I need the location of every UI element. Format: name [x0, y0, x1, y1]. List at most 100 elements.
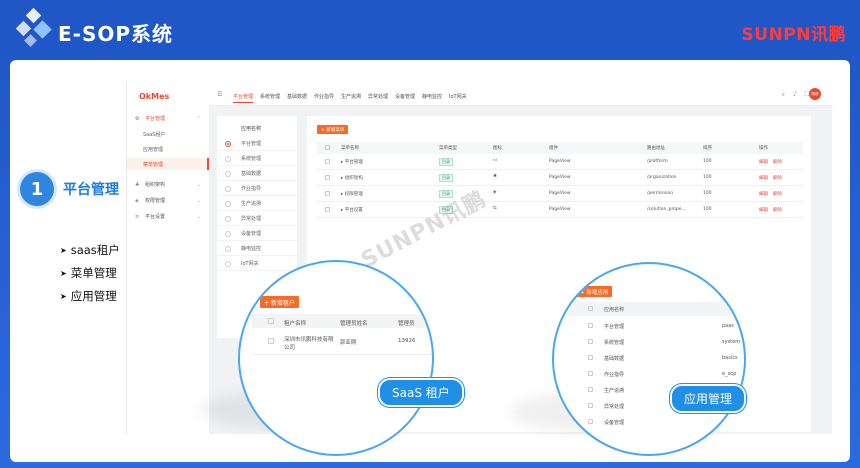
- tab-exception[interactable]: 异常处理: [368, 93, 388, 100]
- bell-icon[interactable]: ♪: [793, 91, 797, 98]
- chevron-up-icon: ⌃: [196, 115, 201, 122]
- radio-icon: [225, 246, 231, 252]
- swap-icon: ⇆: [493, 206, 497, 211]
- search-icon[interactable]: ⌕: [782, 91, 785, 99]
- step-heading: 1 平台管理: [20, 172, 119, 206]
- app-row-code: system: [722, 339, 741, 345]
- add-menu-button[interactable]: + 新增菜单: [317, 125, 349, 134]
- add-tenant-button[interactable]: + 新增租户: [260, 296, 299, 308]
- radio-icon: [225, 201, 231, 207]
- page-title: E-SOP系统: [58, 22, 174, 46]
- row-checkbox[interactable]: [325, 159, 330, 164]
- add-app-button[interactable]: + 新增应用: [576, 286, 613, 297]
- col-name: 菜单名称: [341, 146, 359, 151]
- row-checkbox[interactable]: [588, 419, 593, 424]
- sidebar-group-org[interactable]: ♣ 组织架构 ⌄: [135, 181, 201, 189]
- tab-guidance[interactable]: 作业指导: [314, 93, 334, 100]
- sidebar-item-saas[interactable]: SaaS租户: [143, 131, 165, 138]
- row-checkbox[interactable]: [588, 355, 593, 360]
- col-path: 路由地址: [647, 146, 665, 151]
- col-component: 组件: [549, 146, 558, 151]
- col-admin: 管理员: [398, 321, 415, 327]
- edit-link[interactable]: 编辑: [759, 207, 768, 213]
- row-checkbox[interactable]: [588, 387, 593, 392]
- tab-trace[interactable]: 生产追溯: [341, 93, 361, 100]
- app-list-item[interactable]: 平台管理: [217, 136, 297, 151]
- admin-phone: 13926: [398, 338, 416, 344]
- row-checkbox[interactable]: [325, 207, 330, 212]
- app-sidebar: OkMes ⚙ 平台管理 ⌃ SaaS租户 应用管理 菜单管理 ♣ 组织架构 ⌄…: [127, 82, 209, 434]
- app-list-item[interactable]: 异常处理: [217, 211, 297, 226]
- admin-name: 郭亚刚: [340, 340, 357, 346]
- app-row-code: paas: [722, 323, 734, 329]
- edit-link[interactable]: 编辑: [759, 191, 768, 197]
- sidebar-group-permission[interactable]: ◈ 权限管理 ⌄: [135, 197, 201, 205]
- sidebar-item-menus[interactable]: 菜单管理: [143, 161, 163, 168]
- delete-link[interactable]: 删除: [773, 175, 782, 181]
- app-list-item[interactable]: 静电监控: [217, 241, 297, 256]
- edit-link[interactable]: 编辑: [759, 175, 768, 181]
- org-icon: ♣: [135, 181, 140, 188]
- tab-platform[interactable]: 平台管理: [233, 93, 254, 103]
- app-topbar: ☰ 平台管理 系统管理 基础数据 作业指导 生产追溯 异常处理 设备管理 静电监…: [209, 82, 833, 106]
- sidebar-item-apps[interactable]: 应用管理: [143, 146, 163, 153]
- app-logo: OkMes: [139, 92, 170, 101]
- app-row-code: basics: [722, 355, 738, 361]
- row-checkbox[interactable]: [588, 323, 593, 328]
- tab-equipment[interactable]: 设备管理: [395, 93, 415, 100]
- col-type: 菜单类型: [439, 146, 457, 151]
- tab-basic-data[interactable]: 基础数据: [287, 93, 307, 100]
- delete-link[interactable]: 删除: [773, 207, 782, 213]
- app-list-item[interactable]: 设备管理: [217, 226, 297, 241]
- app-row-label: 基础数据: [604, 356, 625, 362]
- header: E-SOP系统 SUNPN讯鹏: [0, 0, 860, 62]
- avatar[interactable]: 随峰: [809, 88, 821, 100]
- delete-link[interactable]: 删除: [773, 191, 782, 197]
- app-row-label: 设备管理: [604, 420, 625, 426]
- chevron-down-icon: ⌄: [196, 197, 201, 204]
- sliders-icon: ≡: [135, 213, 140, 220]
- sidebar-active-highlight: [127, 158, 209, 170]
- app-row-label: 平台管理: [604, 324, 625, 330]
- table-row: ▸ 平台管理 目录 ▭ PageView /platform 100 编辑 删除: [317, 154, 803, 170]
- tab-esd[interactable]: 静电监控: [422, 93, 442, 100]
- row-checkbox[interactable]: [588, 339, 593, 344]
- app-list-item[interactable]: 生产追溯: [217, 196, 297, 211]
- select-all-checkbox[interactable]: [325, 145, 330, 150]
- select-all-checkbox[interactable]: [588, 306, 593, 311]
- radio-icon: [225, 216, 231, 222]
- app-list-item[interactable]: 作业指导: [217, 181, 297, 196]
- type-tag: 目录: [439, 158, 453, 166]
- radio-icon: [225, 171, 231, 177]
- sidebar-group-platform[interactable]: ⚙ 平台管理 ⌃: [135, 115, 201, 123]
- app-row-label: 生产追溯: [604, 388, 625, 394]
- row-checkbox[interactable]: [325, 191, 330, 196]
- tab-system[interactable]: 系统管理: [260, 93, 280, 100]
- row-checkbox[interactable]: [268, 338, 274, 344]
- app-row-label: 作业指导: [604, 372, 625, 378]
- row-checkbox[interactable]: [588, 403, 593, 408]
- tab-iot[interactable]: IoT网关: [449, 93, 467, 100]
- radio-icon: [225, 186, 231, 192]
- desktop-icon: ▭: [493, 158, 498, 163]
- radio-selected-icon: [225, 141, 231, 147]
- app-management-label: 应用管理: [670, 384, 747, 413]
- select-all-checkbox[interactable]: [268, 318, 274, 324]
- tenant-name: 深圳市讯鹏科技有限公司: [284, 337, 334, 351]
- app-list-item[interactable]: 系统管理: [217, 151, 297, 166]
- chevron-down-icon: ⌄: [196, 213, 201, 220]
- step-number-badge: 1: [20, 172, 54, 206]
- row-checkbox[interactable]: [325, 175, 330, 180]
- menu-fold-icon[interactable]: ☰: [217, 91, 222, 98]
- feature-item: saas租户: [60, 242, 120, 258]
- app-list-item[interactable]: 基础数据: [217, 166, 297, 181]
- delete-link[interactable]: 删除: [773, 159, 782, 165]
- feature-column: 1 平台管理 saas租户 菜单管理 应用管理: [10, 60, 130, 462]
- edit-link[interactable]: 编辑: [759, 159, 768, 165]
- table-row: ▸ 组织架构 目录 ♣ PageView /organization 100 编…: [317, 170, 803, 186]
- app-list-header: 应用名称: [241, 126, 262, 132]
- sidebar-group-settings[interactable]: ≡ 平台设置 ⌄: [135, 213, 201, 221]
- table-header: 菜单名称 菜单类型 图标 组件 路由地址 排序 操作: [317, 142, 803, 154]
- row-checkbox[interactable]: [588, 371, 593, 376]
- col-icon: 图标: [493, 146, 502, 151]
